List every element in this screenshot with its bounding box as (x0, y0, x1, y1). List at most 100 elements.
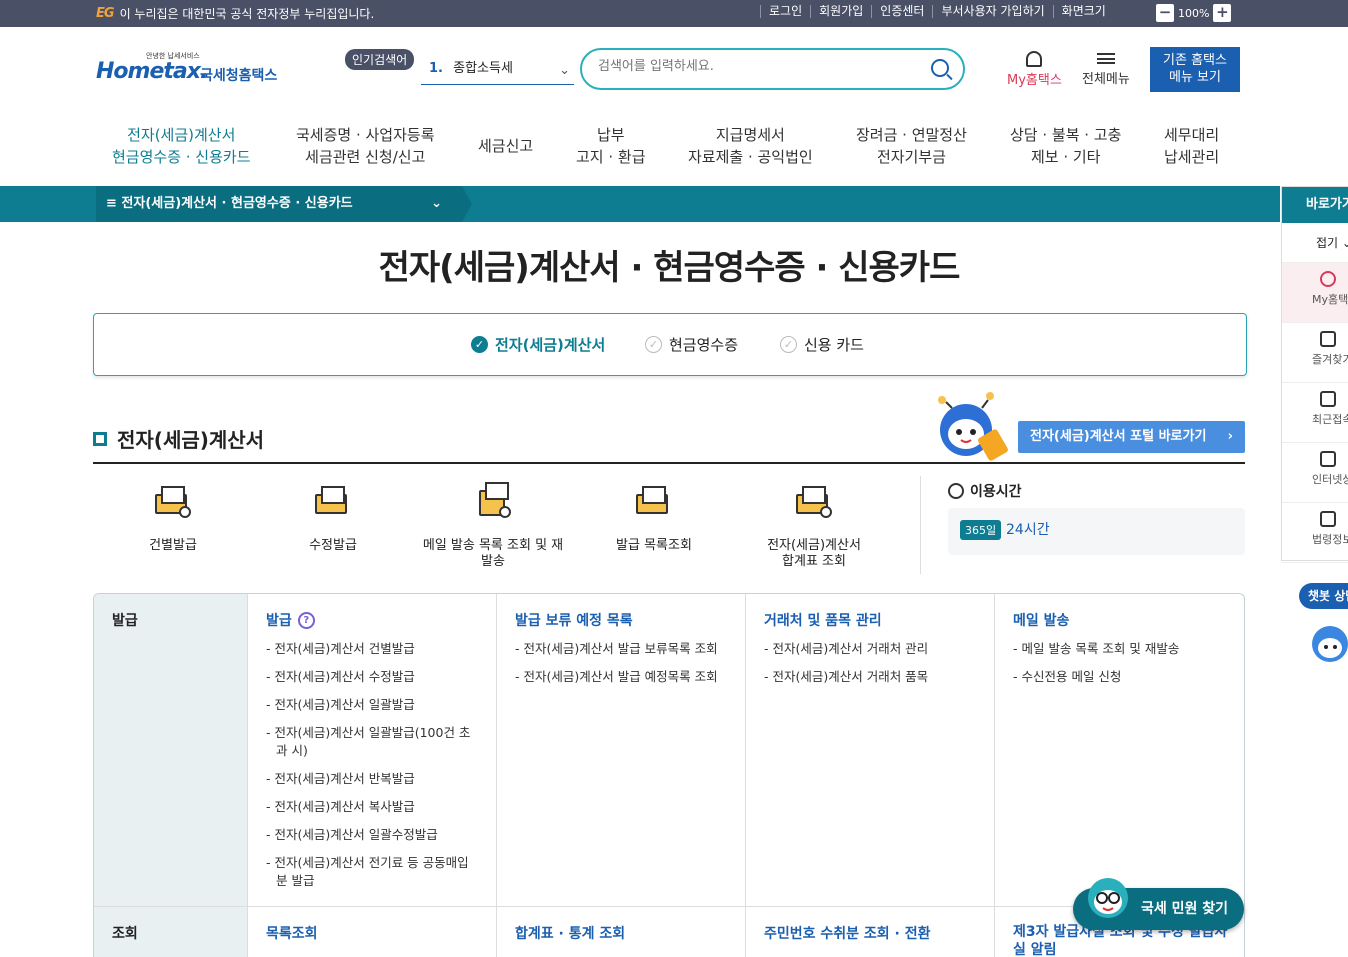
zoom-in-button[interactable]: + (1213, 4, 1232, 22)
menu-col-head[interactable]: 합계표 · 통계 조회 (515, 923, 727, 943)
menu-col-head[interactable]: 거래처 및 품목 관리 (764, 610, 976, 630)
gnb-item-payment[interactable]: 납부 고지 · 환급 (576, 124, 646, 168)
menu-col-head[interactable]: 주민번호 수취분 조회 · 전환 (764, 923, 976, 943)
gnb-item-tax-report[interactable]: 세금신고 (478, 135, 533, 157)
mascot-icon (938, 392, 1008, 461)
my-hometax-button[interactable]: My홈택스 (1007, 51, 1062, 88)
menu-link[interactable]: - 전자(세금)계산서 발급 보류목록 조회 (515, 640, 727, 658)
section-divider (93, 462, 1245, 464)
tab-label: 신용 카드 (804, 336, 864, 354)
menu-col-head[interactable]: 목록조회 (266, 923, 478, 943)
zoom-out-button[interactable]: − (1156, 4, 1174, 22)
gov-notice-text: 이 누리집은 대한민국 공식 전자정부 누리집입니다. (119, 7, 375, 21)
side-item-label: 법령정보 (1312, 533, 1348, 546)
envelope-gear-icon (153, 486, 193, 520)
chevron-down-icon: ⌄ (431, 196, 442, 211)
menu-col-head[interactable]: 발급 보류 예정 목록 (515, 610, 727, 630)
quick-label: 발급 목록조회 (616, 538, 692, 553)
gnb-item-line2: 납세관리 (1164, 148, 1220, 166)
tax-civil-finder-button[interactable]: 국세 민원 찾기 (1073, 878, 1244, 930)
side-item-label: My홈택스 (1312, 293, 1348, 306)
side-item-my-hometax[interactable]: My홈택스 (1282, 263, 1348, 323)
quick-issue-list[interactable]: 발급 목록조회 (579, 486, 729, 554)
menu-link[interactable]: - 전자(세금)계산서 거래처 관리 (764, 640, 976, 658)
gnb-item-tax-agent[interactable]: 세무대리 납세관리 (1164, 124, 1219, 168)
menu-link[interactable]: - 전자(세금)계산서 복사발급 (266, 798, 478, 816)
quick-mail-resend[interactable]: 메일 발송 목록 조회 및 재발송 (418, 482, 568, 570)
side-item-label: 즐겨찾기 (1312, 353, 1348, 366)
side-item-online-consult[interactable]: 인터넷상담 (1282, 443, 1348, 503)
page-title-text: 전자(세금)계산서 · 현금영수증 · 신용카드 (378, 248, 961, 288)
tab-etax-invoice[interactable]: ✓ 전자(세금)계산서 (471, 334, 605, 355)
gnb-item-certificate[interactable]: 국세증명 · 사업자등록 세금관련 신청/신고 (296, 124, 435, 168)
search-input[interactable] (598, 59, 918, 74)
all-menu-label: 전체메뉴 (1082, 72, 1130, 87)
quick-issue-single[interactable]: 건별발급 (98, 486, 248, 554)
popular-search-select[interactable]: 1. 종합소득세 ⌄ (421, 57, 574, 85)
top-links: 로그인 회원가입 인증센터 부서사용자 가입하기 화면크기 (760, 5, 1114, 18)
zoom-level: 100% (1178, 6, 1210, 20)
gnb-item-line1: 국세증명 · 사업자등록 (296, 126, 435, 144)
envelope-edit-icon (313, 486, 353, 520)
side-item-label: 인터넷상담 (1312, 473, 1348, 486)
gnb-item-line1: 지급명세서 (715, 126, 785, 144)
usage-time-title: 이용시간 (948, 481, 1022, 501)
login-link[interactable]: 로그인 (760, 5, 810, 18)
menu-link[interactable]: - 수신전용 메일 신청 (1013, 668, 1228, 686)
all-menu-button[interactable]: 전체메뉴 (1082, 51, 1130, 87)
breadcrumb-label: ≡ 전자(세금)계산서 · 현금영수증 · 신용카드 (106, 196, 353, 211)
menu-link[interactable]: - 전자(세금)계산서 거래처 품목 (764, 668, 976, 686)
menu-link[interactable]: - 전자(세금)계산서 일괄발급(100건 초과 시) (266, 724, 478, 760)
gnb-item-consult[interactable]: 상담 · 불복 · 고충 제보 · 기타 (1010, 124, 1121, 168)
search-icon[interactable] (931, 59, 949, 77)
signup-link[interactable]: 회원가입 (810, 5, 871, 18)
menu-col-head[interactable]: 메일 발송 (1013, 610, 1228, 630)
side-item-favorites[interactable]: 즐겨찾기 (1282, 323, 1348, 383)
menu-link[interactable]: - 전자(세금)계산서 전기료 등 공동매입분 발급 (266, 854, 478, 890)
portal-button-label: 전자(세금)계산서 포털 바로가기 (1030, 429, 1207, 444)
tab-label: 전자(세금)계산서 (495, 336, 606, 354)
help-icon[interactable]: ? (297, 611, 315, 629)
gnb-item-line1: 세무대리 (1164, 126, 1220, 144)
menu-link[interactable]: - 전자(세금)계산서 반복발급 (266, 770, 478, 788)
gnb-item-incentive[interactable]: 장려금 · 연말정산 전자기부금 (856, 124, 967, 168)
quick-summary-view[interactable]: 전자(세금)계산서 합계표 조회 (739, 486, 889, 570)
category-tabs: ✓ 전자(세금)계산서 ✓ 현금영수증 ✓ 신용 카드 (93, 313, 1247, 376)
check-icon: ✓ (780, 336, 797, 353)
laptop-icon (1320, 451, 1336, 467)
menu-link[interactable]: - 전자(세금)계산서 수정발급 (266, 668, 478, 686)
gnb-item-line1: 상담 · 불복 · 고충 (1010, 126, 1122, 144)
menu-link[interactable]: - 전자(세금)계산서 발급 예정목록 조회 (515, 668, 727, 686)
menu-link[interactable]: - 메일 발송 목록 조회 및 재발송 (1013, 640, 1228, 658)
breadcrumb-dropdown[interactable]: ≡ 전자(세금)계산서 · 현금영수증 · 신용카드 ⌄ (96, 186, 472, 222)
side-fold-button[interactable]: 접기 ⌄ (1282, 223, 1348, 263)
chatbot-mascot-icon[interactable] (1308, 620, 1348, 666)
chatbot-button[interactable]: 챗봇 상담 (1299, 583, 1348, 609)
menu-col-summary: 합계표 · 통계 조회 (496, 907, 745, 957)
quick-issue-modify[interactable]: 수정발급 (258, 486, 408, 554)
menu-link[interactable]: - 전자(세금)계산서 일괄수정발급 (266, 826, 478, 844)
menu-link[interactable]: - 전자(세금)계산서 건별발급 (266, 640, 478, 658)
cert-center-link[interactable]: 인증센터 (871, 5, 932, 18)
vertical-divider (920, 476, 921, 574)
document-search-icon (473, 482, 513, 520)
etax-portal-button[interactable]: 전자(세금)계산서 포털 바로가기 › (1018, 421, 1245, 453)
gnb-item-etax[interactable]: 전자(세금)계산서 현금영수증 · 신용카드 (112, 124, 251, 168)
popular-rank: 1. (429, 61, 443, 76)
menu-link[interactable]: - 전자(세금)계산서 일괄발급 (266, 696, 478, 714)
dept-user-signup-link[interactable]: 부서사용자 가입하기 (932, 5, 1052, 18)
gnb-item-payment-statement[interactable]: 지급명세서 자료제출 · 공익법인 (688, 124, 813, 168)
menu-col-head[interactable]: 발급 ? (266, 610, 478, 630)
check-icon: ✓ (645, 336, 662, 353)
usage-days-badge: 365일 (960, 520, 1002, 540)
tab-credit-card[interactable]: ✓ 신용 카드 (780, 334, 864, 355)
old-menu-button[interactable]: 기존 홈택스 메뉴 보기 (1150, 47, 1240, 92)
printer-icon (634, 486, 674, 520)
old-menu-line2: 메뉴 보기 (1169, 70, 1221, 85)
side-item-law[interactable]: 법령정보 (1282, 503, 1348, 563)
side-shortcuts-title: 바로가기 (1282, 187, 1348, 223)
side-item-recent[interactable]: 최근접속메뉴 (1282, 383, 1348, 443)
tab-cash-receipt[interactable]: ✓ 현금영수증 (645, 334, 738, 355)
chevron-down-icon: ⌄ (559, 63, 570, 78)
side-shortcuts: 바로가기 접기 ⌄ My홈택스 즐겨찾기 최근접속메뉴 인터넷상담 법령정보 (1281, 186, 1348, 563)
